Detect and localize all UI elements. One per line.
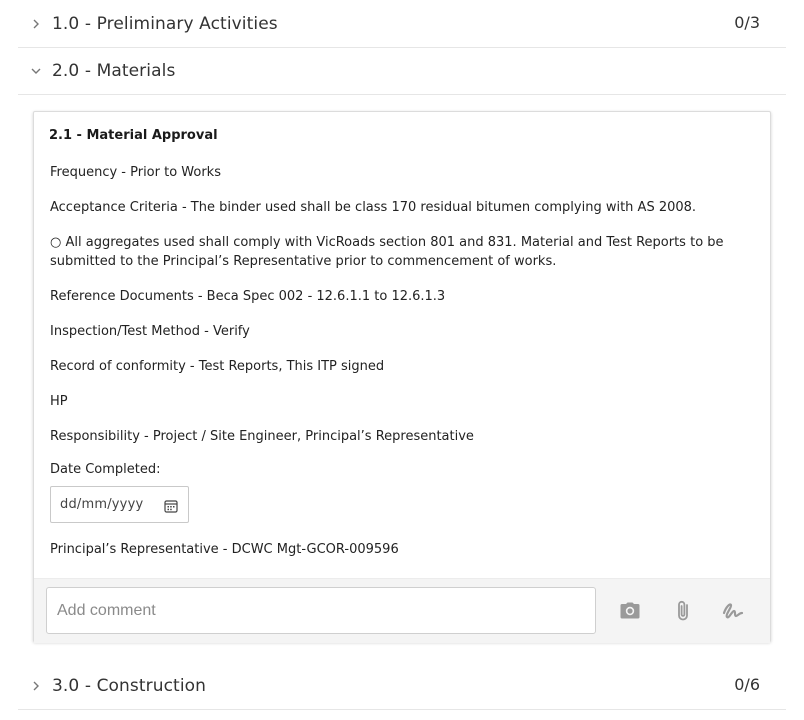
item-inspection-method: Inspection/Test Method - Verify (50, 324, 250, 339)
section-title: 2.0 - Materials (52, 61, 176, 81)
checklist-item-body: 2.1 - Material Approval Frequency - Prio… (34, 112, 770, 578)
item-responsibility: Responsibility - Project / Site Engineer… (50, 429, 474, 444)
section-header-preliminary[interactable]: 1.0 - Preliminary Activities 0/3 (18, 0, 786, 48)
item-principal-representative: Principal’s Representative - DCWC Mgt-GC… (50, 542, 399, 557)
date-completed-label: Date Completed: (50, 462, 161, 477)
item-hold-point: HP (50, 394, 68, 409)
chevron-right-icon (28, 16, 44, 32)
section-header-materials[interactable]: 2.0 - Materials (18, 48, 786, 95)
camera-icon[interactable] (617, 598, 643, 624)
section-progress-count: 0/6 (734, 675, 760, 694)
item-aggregates-note: ○ All aggregates used shall comply with … (50, 235, 724, 269)
section-title: 3.0 - Construction (52, 675, 207, 696)
item-reference-documents: Reference Documents - Beca Spec 002 - 12… (50, 289, 446, 304)
chevron-down-icon (28, 63, 44, 79)
comment-bar (34, 578, 770, 643)
comment-input[interactable] (46, 587, 596, 634)
date-completed-input[interactable]: dd/mm/yyyy (50, 486, 189, 523)
date-placeholder: dd/mm/yyyy (60, 497, 144, 512)
section-header-construction[interactable]: 3.0 - Construction 0/6 (18, 662, 786, 710)
signature-icon[interactable] (720, 598, 746, 624)
section-title: 1.0 - Preliminary Activities (52, 13, 278, 34)
item-frequency: Frequency - Prior to Works (50, 165, 221, 180)
checklist-item-card: 2.1 - Material Approval Frequency - Prio… (33, 111, 771, 643)
section-progress-count: 0/3 (734, 13, 760, 32)
paperclip-icon[interactable] (670, 598, 696, 624)
item-acceptance-criteria: Acceptance Criteria - The binder used sh… (50, 200, 697, 215)
calendar-icon[interactable] (164, 498, 178, 513)
chevron-right-icon (28, 678, 44, 694)
item-title: 2.1 - Material Approval (49, 128, 218, 143)
item-record-of-conformity: Record of conformity - Test Reports, Thi… (50, 359, 385, 374)
